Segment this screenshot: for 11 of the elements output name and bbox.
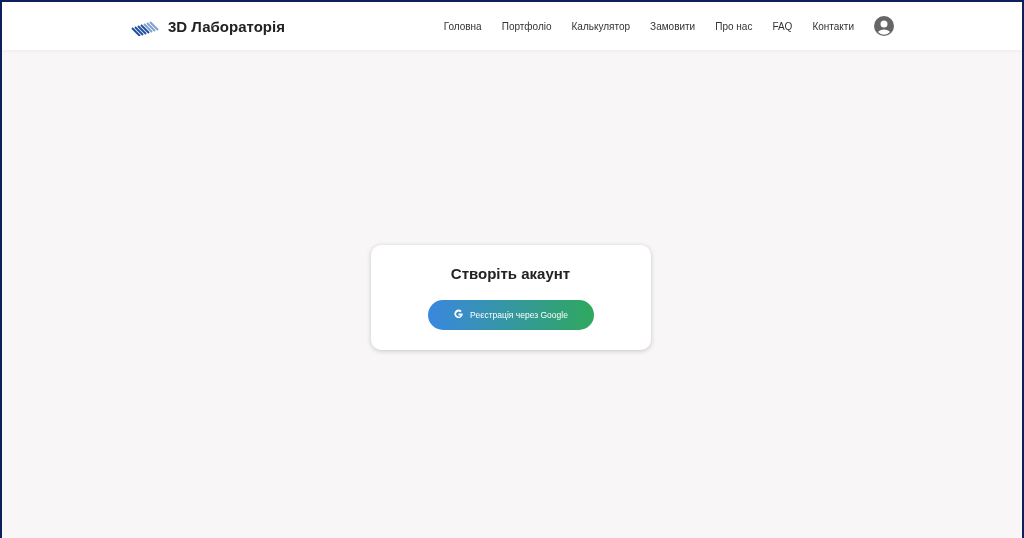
nav-link[interactable]: Про нас <box>715 20 753 32</box>
nav-link[interactable]: Контакти <box>812 20 854 32</box>
google-icon <box>453 309 465 320</box>
nav-link[interactable]: FAQ <box>772 20 793 32</box>
nav-link[interactable]: Калькулятор <box>571 20 631 32</box>
site-logo[interactable]: 3D Лабораторія <box>168 17 285 35</box>
user-avatar-icon[interactable] <box>874 16 894 36</box>
nav-link[interactable]: Головна <box>443 20 482 32</box>
card-title: Створіть акаунт <box>450 264 571 282</box>
nav-link[interactable]: Замовити <box>650 20 696 32</box>
nav-link[interactable]: Портфоліо <box>501 20 552 32</box>
